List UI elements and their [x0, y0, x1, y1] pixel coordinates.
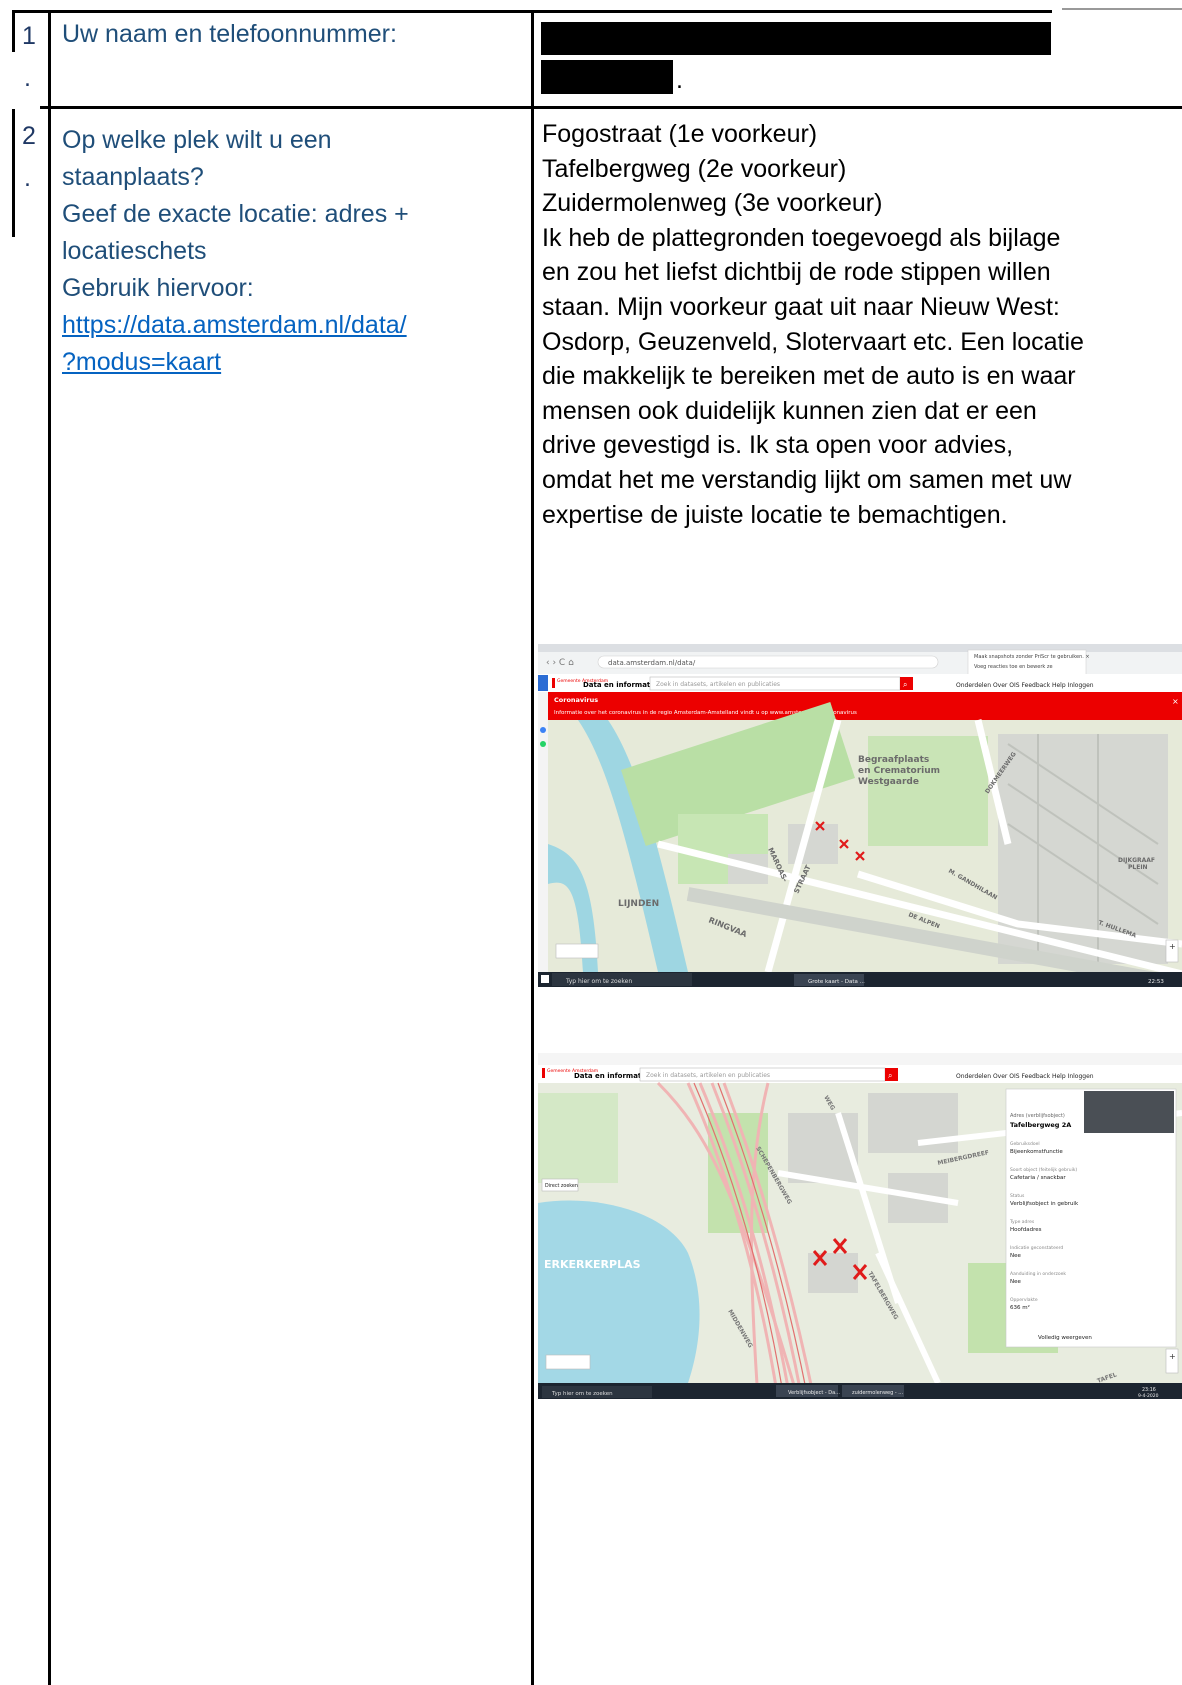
map-screenshot-tafelbergweg: Gemeente Amsterdam Data en informatie Zo… — [538, 1053, 1182, 1399]
answer-line: drive gevestigd is. Ik sta open voor adv… — [542, 431, 1014, 460]
row-2-answer: Fogostraat (1e voorkeur) Tafelbergweg (2… — [542, 117, 1178, 532]
panel-field-value: Nee — [1010, 1279, 1021, 1285]
panel-field-value: 636 m² — [1010, 1304, 1030, 1311]
answer-line: Ik heb de plattegronden toegevoegd als b… — [542, 223, 1061, 252]
taskbar-task[interactable]: zuidermolenweg - ... — [852, 1390, 903, 1396]
panel-field-label: Oppervlakte — [1010, 1297, 1038, 1303]
site-title: Data en informatie — [574, 1072, 649, 1080]
svg-text:‹ › C ⌂: ‹ › C ⌂ — [546, 658, 574, 668]
answer-line: Fogostraat (1e voorkeur) — [542, 120, 818, 148]
panel-field-label: Gebruiksdoel — [1010, 1141, 1040, 1147]
question-line: staanplaats? — [62, 163, 204, 191]
answer-line: Osdorp, Geuzenveld, Slotervaart etc. Een… — [542, 327, 1084, 356]
row-1-number-dot: . — [24, 64, 31, 92]
answer-line: omdat het me verstandig lijkt om samen m… — [542, 465, 1072, 494]
row-2-question: Op welke plek wilt u een staanplaats? Ge… — [62, 122, 522, 381]
panel-address: Tafelbergweg 2A — [1010, 1121, 1071, 1129]
square-label: PLEIN — [1128, 864, 1148, 871]
amsterdam-data-link-continued[interactable]: ?modus=kaart — [62, 348, 221, 376]
clock: 22:53 — [1148, 979, 1164, 985]
question-line: locatieschets — [62, 237, 207, 265]
answer-line: mensen ook duidelijk kunnen zien dat er … — [542, 396, 1037, 425]
left-tab-line — [12, 10, 15, 52]
answer-line: staan. Mijn voorkeur gaat uit naar Nieuw… — [542, 292, 1060, 321]
clock: 23:16 — [1142, 1387, 1156, 1393]
zoom-in-icon[interactable]: + — [1169, 1352, 1176, 1361]
panel-field-label: Aanduiding in onderzoek — [1010, 1271, 1066, 1277]
date: 9-4-2020 — [1138, 1393, 1159, 1399]
site-nav: Onderdelen Over OIS Feedback Help Inlogg… — [956, 1073, 1094, 1080]
cemetery-label: en Crematorium — [858, 766, 940, 776]
panel-heading: Adres (verblijfsobject) — [1010, 1113, 1065, 1119]
redacted-name-line-1 — [541, 22, 1051, 55]
cemetery-label: Westgaarde — [858, 777, 919, 787]
close-icon[interactable]: × — [1172, 697, 1179, 706]
answer-line: expertise de juiste locatie te bemachtig… — [542, 500, 1008, 529]
number-column-border — [48, 10, 51, 1685]
answer-column-border — [531, 10, 534, 1685]
row-1-answer-period: . — [676, 66, 683, 94]
square-label: DIJKGRAAF — [1118, 857, 1155, 864]
row-1-question: Uw naam en telefoonnummer: — [62, 20, 397, 48]
table-top-border-right — [1062, 8, 1182, 10]
full-view-link[interactable]: Volledig weergeven — [1038, 1335, 1092, 1341]
site-title: Data en informatie — [583, 681, 658, 689]
zoom-in-icon[interactable]: + — [1169, 942, 1176, 951]
search-icon: ⌕ — [888, 1071, 892, 1080]
map-screenshot-fogostraat: data.amsterdam.nl/data/ ‹ › C ⌂ Maak sna… — [538, 644, 1182, 987]
svg-text:Voeg reacties toe en bewerk ze: Voeg reacties toe en bewerk ze — [974, 664, 1053, 670]
question-line: Op welke plek wilt u een — [62, 126, 332, 154]
row-2-number: 2 — [22, 122, 36, 150]
question-line: Geef de exacte locatie: adres + — [62, 200, 409, 228]
search-icon: ⌕ — [903, 680, 907, 689]
taskbar-search[interactable]: Typ hier om te zoeken — [565, 978, 632, 985]
amsterdam-data-link[interactable]: https://data.amsterdam.nl/data/ — [62, 311, 407, 339]
question-line: Gebruik hiervoor: — [62, 274, 254, 302]
search-input[interactable]: Zoek in datasets, artikelen en publicati… — [656, 681, 780, 688]
answer-line: Tafelbergweg (2e voorkeur) — [542, 154, 847, 183]
row-divider — [40, 106, 1182, 109]
panel-field-label: Indicatie geconstateerd — [1010, 1245, 1063, 1251]
redacted-name-line-2 — [541, 60, 673, 94]
area-label: LIJNDEN — [618, 899, 659, 909]
answer-line: Zuidermolenweg (3e voorkeur) — [542, 189, 883, 218]
panel-field-value: Cafetaria / snackbar — [1010, 1175, 1066, 1181]
panel-field-value: Hoofdadres — [1010, 1227, 1042, 1233]
panel-field-value: Nee — [1010, 1253, 1021, 1259]
answer-line: en zou het liefst dichtbij de rode stipp… — [542, 258, 1051, 287]
taskbar-task[interactable]: Verblijfsobject - Da... — [788, 1390, 840, 1396]
cemetery-label: Begraafplaats — [858, 755, 929, 765]
svg-text:data.amsterdam.nl/data/: data.amsterdam.nl/data/ — [608, 659, 696, 667]
taskbar-search[interactable]: Typ hier om te zoeken — [551, 1391, 613, 1397]
panel-field-label: Type adres — [1009, 1219, 1035, 1225]
panel-field-label: Status — [1010, 1193, 1025, 1199]
direct-search-button[interactable]: Direct zoeken — [545, 1183, 578, 1189]
search-input[interactable]: Zoek in datasets, artikelen en publicati… — [646, 1072, 770, 1079]
lake-label: ERKERKERPLAS — [544, 1258, 641, 1271]
panel-field-label: Soort object (feitelijk gebruik) — [1010, 1167, 1077, 1173]
banner-title: Coronavirus — [554, 696, 598, 704]
left-tab-line-2 — [12, 109, 15, 237]
answer-line: die makkelijk te bereiken met de auto is… — [542, 362, 1076, 391]
site-nav: Onderdelen Over OIS Feedback Help Inlogg… — [956, 682, 1094, 689]
row-2-number-dot: . — [24, 164, 31, 192]
taskbar-task[interactable]: Grote kaart - Data ... — [808, 979, 865, 985]
panel-field-value: Verblijfsobject in gebruik — [1010, 1201, 1079, 1207]
svg-text:Maak snapshots zonder PriScr t: Maak snapshots zonder PriScr te gebruike… — [974, 654, 1090, 660]
panel-field-value: Bijeenkomstfunctie — [1010, 1149, 1063, 1155]
row-1-number: 1 — [22, 22, 36, 50]
